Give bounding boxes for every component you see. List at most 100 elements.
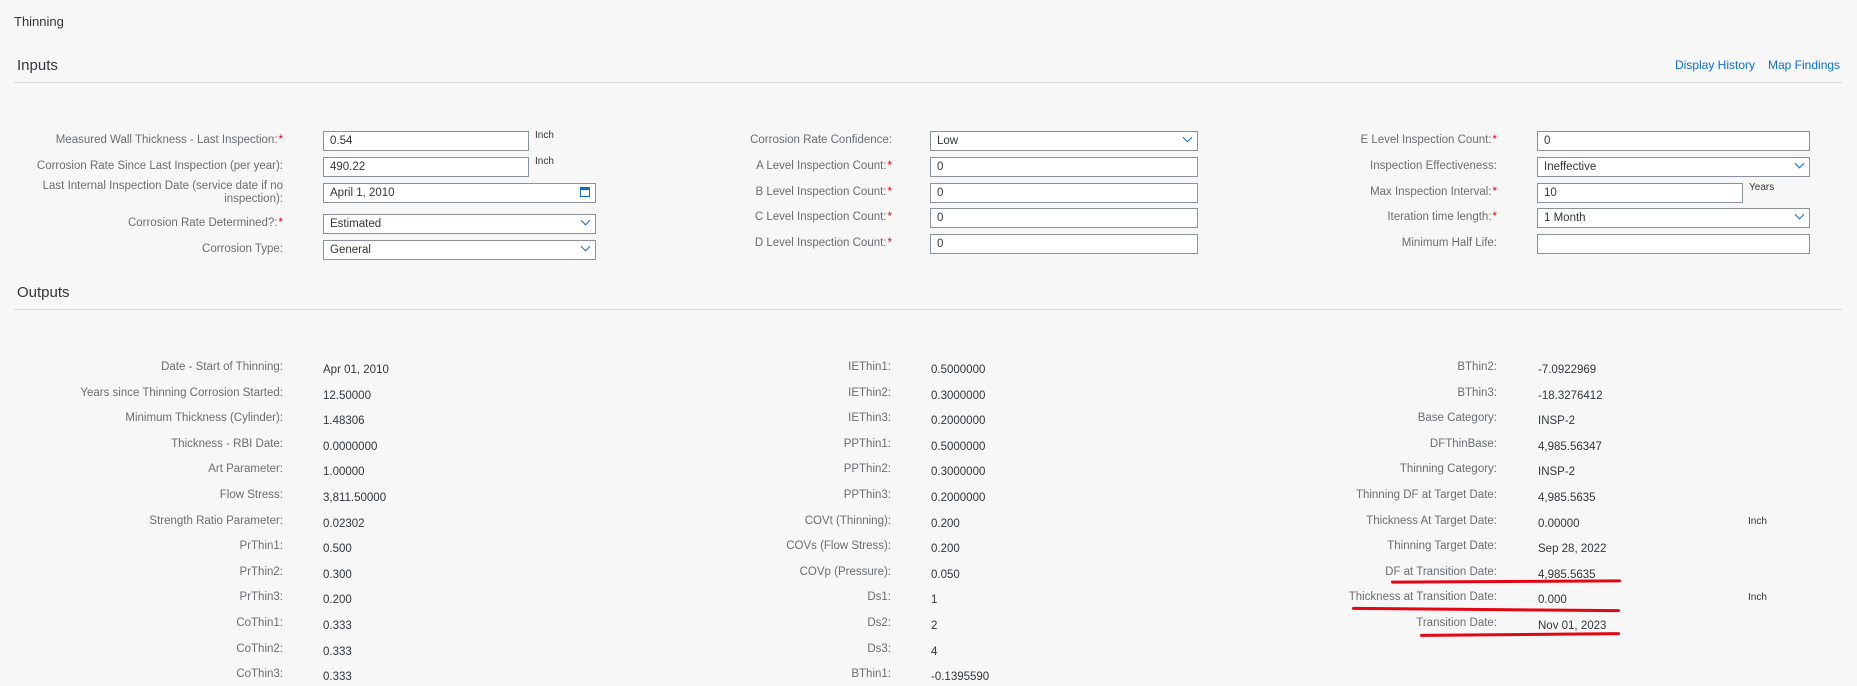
field-value: 0: [937, 187, 944, 199]
minimum-half-life-label: Minimum Half Life:: [1097, 237, 1497, 250]
inputs-section-title: Inputs: [17, 57, 58, 74]
corrosion-rate-confidence-label: Corrosion Rate Confidence:: [492, 134, 892, 147]
label-text: Iteration time length:: [1387, 211, 1492, 223]
prthin3-value: 0.200: [323, 594, 352, 606]
annotation-underline-df-transition: [1390, 579, 1622, 584]
minimum-half-life-input[interactable]: [1537, 234, 1810, 254]
c-level-inspection-count-label: C Level Inspection Count:*: [492, 211, 892, 224]
e-level-inspection-count-label: E Level Inspection Count:*: [1097, 134, 1497, 147]
date-start-of-thinning-label: Date - Start of Thinning:: [161, 361, 283, 373]
cothin1-value: 0.333: [323, 620, 352, 632]
label-text: Last Internal Inspection Date (service d…: [42, 180, 283, 205]
iethin2-label: IEThin2:: [848, 387, 891, 399]
iethin1-label: IEThin1:: [848, 361, 891, 373]
bthin3-label: BThin3:: [1457, 387, 1497, 399]
covs-flow-stress-value: 0.200: [931, 543, 960, 555]
cothin2-label: CoThin2:: [236, 643, 283, 655]
dfthinbase-label: DFThinBase:: [1429, 438, 1497, 450]
display-history-link[interactable]: Display History: [1675, 58, 1755, 72]
field-value: 0.54: [330, 135, 353, 147]
ppthin1-value: 0.5000000: [931, 441, 986, 453]
transition-date-label: Transition Date:: [1416, 617, 1497, 629]
ds1-label: Ds1:: [867, 591, 891, 603]
required-marker: *: [887, 211, 892, 223]
label-text: Minimum Half Life:: [1401, 237, 1497, 249]
last-internal-inspection-date-service-date-if-no-inspection-label: Last Internal Inspection Date (service d…: [23, 180, 283, 206]
bthin1-value: -0.1395590: [931, 671, 990, 683]
measured-wall-thickness-last-inspection-label: Measured Wall Thickness - Last Inspectio…: [0, 134, 283, 147]
label-text: D Level Inspection Count:: [754, 237, 887, 249]
art-parameter-value: 1.00000: [323, 466, 365, 478]
ds3-value: 4: [931, 646, 938, 658]
ppthin3-value: 0.2000000: [931, 492, 986, 504]
chevron-down-icon[interactable]: [1794, 209, 1805, 220]
label-text: Corrosion Rate Since Last Inspection (pe…: [36, 160, 283, 172]
thinning-page: Thinning Inputs Display History Map Find…: [0, 0, 1857, 686]
inspection-effectiveness-select[interactable]: Ineffective: [1537, 157, 1810, 177]
thinning-category-value: INSP-2: [1538, 466, 1576, 478]
inspection-effectiveness-label: Inspection Effectiveness:: [1097, 160, 1497, 173]
ppthin1-label: PPThin1:: [843, 438, 891, 450]
transition-date-value: Nov 01, 2023: [1538, 620, 1607, 632]
thickness-at-target-date-unit: Inch: [1748, 516, 1767, 527]
d-level-inspection-count-label: D Level Inspection Count:*: [492, 237, 892, 250]
date-start-of-thinning-value: Apr 01, 2010: [323, 364, 389, 376]
thickness-at-transition-date-unit: Inch: [1748, 592, 1767, 603]
corrosion-rate-determined-label: Corrosion Rate Determined?:*: [0, 217, 283, 230]
corrosion-type-label: Corrosion Type:: [0, 243, 283, 256]
field-value: 0: [1544, 135, 1551, 147]
label-text: C Level Inspection Count:: [754, 211, 887, 223]
flow-stress-label: Flow Stress:: [219, 489, 283, 501]
ppthin2-value: 0.3000000: [931, 466, 986, 478]
iethin3-value: 0.2000000: [931, 415, 986, 427]
required-marker: *: [278, 217, 283, 229]
max-inspection-interval-unit: Years: [1749, 182, 1775, 193]
cothin3-value: 0.333: [323, 671, 352, 683]
annotation-underline-thickness-transition: [1351, 606, 1621, 613]
field-value: 0: [937, 212, 944, 224]
bthin3-value: -18.3276412: [1538, 390, 1603, 402]
thinning-target-date-value: Sep 28, 2022: [1538, 543, 1607, 555]
outputs-section-title: Outputs: [17, 284, 70, 301]
prthin3-label: PrThin3:: [239, 591, 283, 603]
thickness-rbi-date-value: 0.0000000: [323, 441, 378, 453]
years-since-thinning-corrosion-started-label: Years since Thinning Corrosion Started:: [80, 387, 283, 399]
df-at-transition-date-label: DF at Transition Date:: [1385, 566, 1497, 578]
label-text: Max Inspection Interval:: [1370, 186, 1492, 198]
strength-ratio-parameter-value: 0.02302: [323, 518, 365, 530]
years-since-thinning-corrosion-started-value: 12.50000: [323, 390, 371, 402]
iteration-time-length-select[interactable]: 1 Month: [1537, 208, 1810, 228]
thinning-df-at-target-date-value: 4,985.5635: [1538, 492, 1596, 504]
cothin2-value: 0.333: [323, 646, 352, 658]
prthin2-value: 0.300: [323, 569, 352, 581]
strength-ratio-parameter-label: Strength Ratio Parameter:: [149, 515, 283, 527]
minimum-thickness-cylinder-value: 1.48306: [323, 415, 365, 427]
covt-thinning-label: COVt (Thinning):: [804, 515, 891, 527]
chevron-down-icon[interactable]: [1794, 158, 1805, 169]
covp-pressure-value: 0.050: [931, 569, 960, 581]
e-level-inspection-count-input[interactable]: 0: [1537, 131, 1810, 151]
field-value: Estimated: [330, 218, 382, 230]
map-findings-link[interactable]: Map Findings: [1768, 58, 1840, 72]
dfthinbase-value: 4,985.56347: [1538, 441, 1602, 453]
required-marker: *: [1492, 211, 1497, 223]
cothin3-label: CoThin3:: [236, 668, 283, 680]
flow-stress-value: 3,811.50000: [323, 492, 387, 504]
thickness-at-transition-date-value: 0.000: [1538, 594, 1567, 606]
label-text: E Level Inspection Count:: [1360, 134, 1492, 146]
bthin2-label: BThin2:: [1457, 361, 1497, 373]
ds2-label: Ds2:: [867, 617, 891, 629]
label-text: Corrosion Rate Confidence:: [750, 134, 892, 146]
iethin3-label: IEThin3:: [848, 412, 891, 424]
minimum-thickness-cylinder-label: Minimum Thickness (Cylinder):: [125, 412, 283, 424]
ds2-value: 2: [931, 620, 938, 632]
annotation-underline-transition-date: [1419, 632, 1621, 637]
required-marker: *: [887, 237, 892, 249]
iethin2-value: 0.3000000: [931, 390, 986, 402]
required-marker: *: [278, 134, 283, 146]
max-inspection-interval-input[interactable]: 10: [1537, 183, 1743, 203]
prthin1-value: 0.500: [323, 543, 352, 555]
required-marker: *: [1492, 134, 1497, 146]
page-title: Thinning: [14, 14, 64, 29]
thickness-rbi-date-label: Thickness - RBI Date:: [171, 438, 283, 450]
